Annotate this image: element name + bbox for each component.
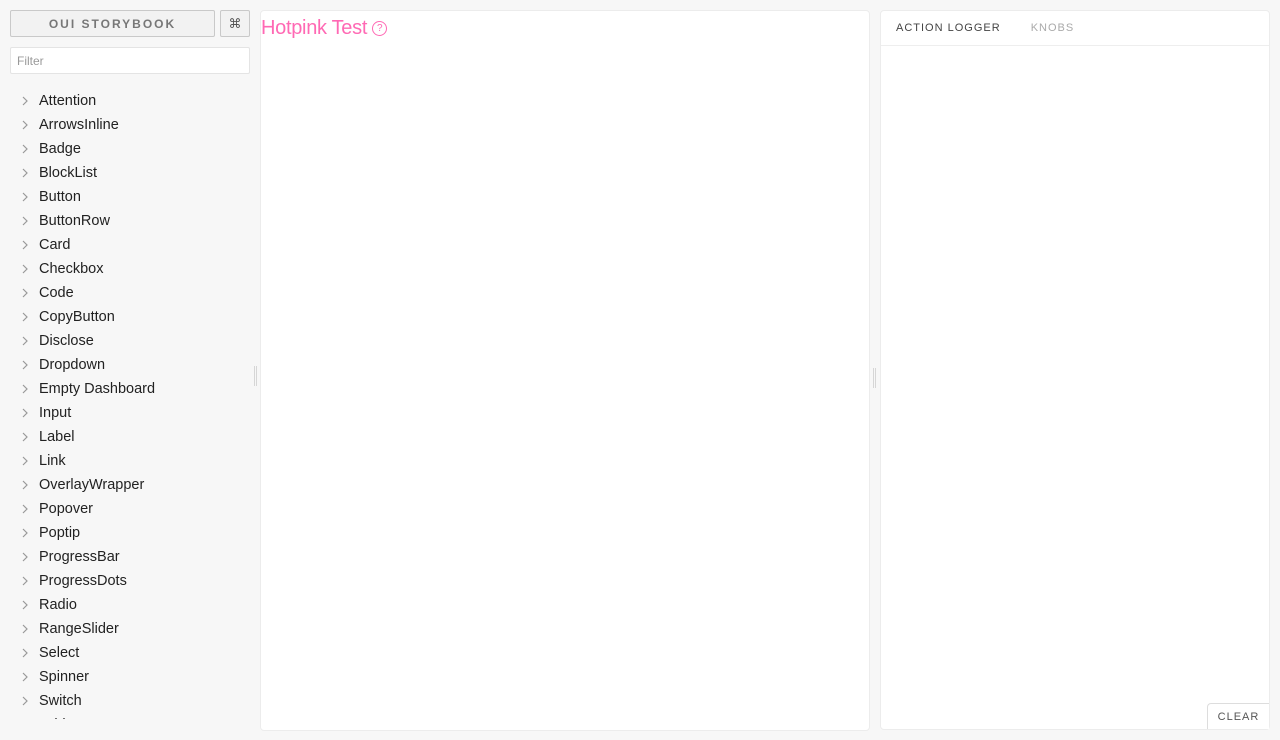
story-item-label: Link bbox=[39, 453, 66, 469]
story-item[interactable]: RangeSlider bbox=[0, 617, 256, 641]
story-item[interactable]: ProgressDots bbox=[0, 569, 256, 593]
chevron-right-icon bbox=[22, 576, 39, 586]
story-item[interactable]: Card bbox=[0, 233, 256, 257]
story-item-label: BlockList bbox=[39, 165, 98, 181]
story-item[interactable]: Input bbox=[0, 401, 256, 425]
story-item[interactable]: ProgressBar bbox=[0, 545, 256, 569]
story-list: Attention ArrowsInline Badge BlockList Butto… bbox=[0, 89, 256, 719]
story-item-label: Dropdown bbox=[39, 357, 106, 373]
story-item-label: CopyButton bbox=[39, 309, 115, 325]
sidebar-resize-handle[interactable] bbox=[254, 366, 257, 386]
tab-knobs[interactable]: KNOBS bbox=[1031, 22, 1075, 34]
story-item[interactable]: OverlayWrapper bbox=[0, 473, 256, 497]
chevron-right-icon bbox=[22, 264, 39, 274]
chevron-right-icon bbox=[22, 480, 39, 490]
story-item-label: Table bbox=[39, 717, 74, 719]
story-item[interactable]: Popover bbox=[0, 497, 256, 521]
addons-resize-handle[interactable] bbox=[873, 368, 876, 388]
chevron-right-icon bbox=[22, 504, 39, 514]
chevron-right-icon bbox=[22, 120, 39, 130]
story-item-label: Poptip bbox=[39, 525, 81, 541]
story-item-label: Spinner bbox=[39, 669, 89, 685]
story-item[interactable]: Label bbox=[0, 425, 256, 449]
story-item-label: RangeSlider bbox=[39, 621, 119, 637]
chevron-right-icon bbox=[22, 288, 39, 298]
storybook-brand-button[interactable]: OUI STORYBOOK bbox=[10, 10, 215, 37]
chevron-right-icon bbox=[22, 144, 39, 154]
story-item[interactable]: Attention bbox=[0, 89, 256, 113]
chevron-right-icon bbox=[22, 336, 39, 346]
story-item-label: Switch bbox=[39, 693, 82, 709]
story-item[interactable]: Poptip bbox=[0, 521, 256, 545]
story-item[interactable]: Spinner bbox=[0, 665, 256, 689]
addons-panel: ACTION LOGGER KNOBS CLEAR bbox=[880, 10, 1270, 730]
story-item[interactable]: Radio bbox=[0, 593, 256, 617]
keyboard-shortcuts-button[interactable]: ⌘ bbox=[220, 10, 250, 37]
story-item-label: Card bbox=[39, 237, 71, 253]
story-item-label: ButtonRow bbox=[39, 213, 110, 229]
story-item[interactable]: Select bbox=[0, 641, 256, 665]
chevron-right-icon bbox=[22, 600, 39, 610]
story-item-label: ProgressDots bbox=[39, 573, 127, 589]
chevron-right-icon bbox=[22, 696, 39, 706]
story-item-label: ProgressBar bbox=[39, 549, 120, 565]
clear-button[interactable]: CLEAR bbox=[1207, 703, 1269, 729]
story-item-label: Select bbox=[39, 645, 80, 661]
story-item-label: Radio bbox=[39, 597, 77, 613]
chevron-right-icon bbox=[22, 624, 39, 634]
story-item[interactable]: Badge bbox=[0, 137, 256, 161]
filter-input[interactable] bbox=[10, 47, 250, 74]
story-item[interactable]: Empty Dashboard bbox=[0, 377, 256, 401]
chevron-right-icon bbox=[22, 216, 39, 226]
story-item-label: Input bbox=[39, 405, 72, 421]
sidebar: OUI STORYBOOK ⌘ Attention ArrowsInline Bad… bbox=[0, 0, 256, 740]
story-item[interactable]: Button bbox=[0, 185, 256, 209]
story-item[interactable]: Table bbox=[0, 713, 256, 719]
story-item-label: Disclose bbox=[39, 333, 94, 349]
chevron-right-icon bbox=[22, 96, 39, 106]
chevron-right-icon bbox=[22, 528, 39, 538]
story-item-label: Code bbox=[39, 285, 74, 301]
story-item-label: ArrowsInline bbox=[39, 117, 119, 133]
story-item[interactable]: Code bbox=[0, 281, 256, 305]
chevron-right-icon bbox=[22, 192, 39, 202]
chevron-right-icon bbox=[22, 312, 39, 322]
story-item-label: OverlayWrapper bbox=[39, 477, 145, 493]
chevron-right-icon bbox=[22, 384, 39, 394]
story-item-label: Checkbox bbox=[39, 261, 104, 277]
story-item-label: Attention bbox=[39, 93, 97, 109]
story-item[interactable]: ArrowsInline bbox=[0, 113, 256, 137]
preview-heading: Hotpink Test ? bbox=[261, 17, 388, 40]
page-title: Hotpink Test bbox=[261, 17, 368, 39]
story-preview: Hotpink Test ? bbox=[260, 10, 870, 731]
story-item[interactable]: Checkbox bbox=[0, 257, 256, 281]
story-item-label: Button bbox=[39, 189, 81, 205]
chevron-right-icon bbox=[22, 552, 39, 562]
story-item[interactable]: Disclose bbox=[0, 329, 256, 353]
story-item-label: Empty Dashboard bbox=[39, 381, 156, 397]
question-circle-icon[interactable]: ? bbox=[372, 21, 388, 36]
chevron-right-icon bbox=[22, 240, 39, 250]
story-item[interactable]: Link bbox=[0, 449, 256, 473]
addons-tabs: ACTION LOGGER KNOBS bbox=[881, 11, 1269, 46]
story-item[interactable]: BlockList bbox=[0, 161, 256, 185]
story-item-label: Badge bbox=[39, 141, 81, 157]
story-item[interactable]: Switch bbox=[0, 689, 256, 713]
tab-action-logger[interactable]: ACTION LOGGER bbox=[896, 22, 1001, 34]
story-item-label: Popover bbox=[39, 501, 94, 517]
story-item[interactable]: ButtonRow bbox=[0, 209, 256, 233]
chevron-right-icon bbox=[22, 360, 39, 370]
chevron-right-icon bbox=[22, 648, 39, 658]
chevron-right-icon bbox=[22, 432, 39, 442]
story-item-label: Label bbox=[39, 429, 75, 445]
chevron-right-icon bbox=[22, 408, 39, 418]
story-item[interactable]: CopyButton bbox=[0, 305, 256, 329]
story-item[interactable]: Dropdown bbox=[0, 353, 256, 377]
chevron-right-icon bbox=[22, 672, 39, 682]
chevron-right-icon bbox=[22, 456, 39, 466]
chevron-right-icon bbox=[22, 168, 39, 178]
